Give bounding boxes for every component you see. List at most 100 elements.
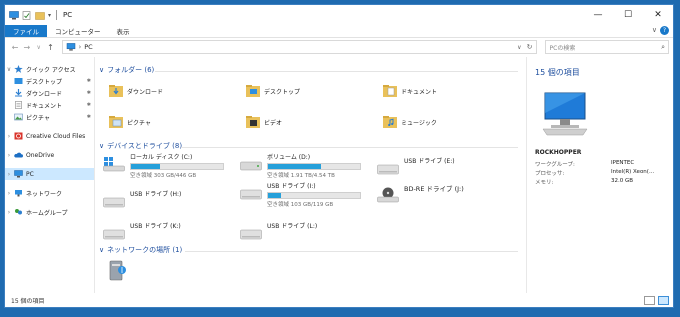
large-icons-view-button[interactable]: [658, 295, 669, 305]
group-header-network-locations[interactable]: ∨ ネットワークの場所 (1): [99, 245, 182, 255]
address-path[interactable]: PC: [84, 43, 92, 51]
drive-name: USB ドライブ (L:): [267, 223, 318, 230]
nav-homegroup[interactable]: › ホームグループ: [5, 206, 94, 218]
drive-j[interactable]: BD-RE ドライブ (J:): [377, 185, 464, 203]
drive-i[interactable]: USB ドライブ (I:) 空き領域 103 GB/119 GB: [240, 183, 361, 208]
nav-pc[interactable]: › PC: [5, 168, 94, 180]
address-dropdown-icon[interactable]: ∨: [517, 44, 521, 51]
group-title: ネットワークの場所 (1): [107, 246, 183, 254]
detail-row-processor: プロセッサ: Intel(R) Xeon(...: [535, 169, 654, 177]
tab-computer[interactable]: コンピューター: [47, 25, 109, 37]
drive-usage-bar: [267, 192, 361, 199]
nav-quick-access[interactable]: ∨ クイック アクセス: [5, 63, 94, 75]
nav-network[interactable]: › ネットワーク: [5, 187, 94, 199]
address-bar[interactable]: › PC ∨ ↻: [62, 40, 537, 54]
folder-documents[interactable]: ドキュメント: [383, 85, 437, 97]
nav-item-downloads[interactable]: ダウンロード ✱: [5, 87, 94, 99]
recent-locations-button[interactable]: ∨: [33, 44, 45, 51]
close-button[interactable]: ✕: [643, 5, 673, 25]
properties-icon[interactable]: [22, 10, 32, 20]
drive-name: USB ドライブ (H:): [130, 191, 182, 198]
folder-label: ビデオ: [264, 119, 283, 127]
folder-label: デスクトップ: [264, 88, 301, 96]
quick-access-toolbar: ▾: [5, 10, 59, 20]
drive-l[interactable]: USB ドライブ (L:): [240, 223, 317, 241]
drive-usage-bar: [130, 163, 224, 170]
computer-name: ROCKHOPPER: [535, 149, 582, 156]
expand-icon[interactable]: ›: [5, 209, 13, 216]
quick-access-menu-icon[interactable]: ▾: [48, 12, 51, 19]
search-box[interactable]: PCの検索 ⌕: [544, 40, 670, 54]
drive-name: BD-RE ドライブ (J:): [404, 185, 464, 193]
folder-pictures[interactable]: ピクチャ: [109, 116, 151, 128]
nav-label: Creative Cloud Files: [26, 132, 86, 140]
expand-icon[interactable]: ›: [5, 190, 13, 197]
drive-h[interactable]: USB ドライブ (H:): [103, 191, 181, 209]
drive-free-space: 空き領域 303 GB/446 GB: [130, 173, 197, 179]
new-folder-icon[interactable]: [35, 11, 45, 20]
help-icon[interactable]: ?: [660, 26, 669, 35]
title-separator: [56, 10, 58, 20]
details-pane: 15 個の項目 ROCKHOPPER ワークグループ: IPENTEC プロセッ…: [526, 57, 673, 293]
drive-name: ボリューム (D:): [267, 154, 311, 161]
drive-e[interactable]: USB ドライブ (E:): [377, 158, 455, 176]
search-input[interactable]: PCの検索: [550, 43, 576, 52]
drive-c[interactable]: ローカル ディスク (C:) 空き領域 303 GB/446 GB: [103, 154, 224, 179]
folder-music[interactable]: ミュージック: [383, 116, 437, 128]
minimize-button[interactable]: —: [583, 5, 613, 25]
nav-creative-cloud[interactable]: › Creative Cloud Files: [5, 130, 94, 142]
drive-k[interactable]: USB ドライブ (K:): [103, 223, 181, 241]
refresh-icon[interactable]: ↻: [527, 43, 533, 51]
drive-name: USB ドライブ (K:): [130, 223, 181, 230]
nav-item-documents[interactable]: ドキュメント ✱: [5, 99, 94, 111]
expand-icon[interactable]: ›: [5, 152, 13, 159]
forward-button[interactable]: →: [21, 43, 33, 52]
nav-onedrive[interactable]: › OneDrive: [5, 149, 94, 161]
drive-usage-fill: [268, 164, 322, 169]
folder-videos[interactable]: ビデオ: [246, 116, 282, 128]
nav-label: ドキュメント: [26, 102, 63, 110]
pin-icon: ✱: [86, 114, 91, 120]
detail-key: プロセッサ:: [535, 171, 565, 177]
ribbon-expand-icon[interactable]: ∨: [652, 26, 657, 34]
document-icon: [15, 101, 22, 109]
explorer-window: ▾ PC — ☐ ✕ ファイル コンピューター 表示 ∨ ? ← → ∨ ↑ ›…: [4, 4, 674, 308]
picture-icon: [14, 113, 23, 121]
folder-desktop[interactable]: デスクトップ: [246, 85, 300, 97]
nav-label: OneDrive: [26, 151, 55, 159]
status-bar: 15 個の項目: [5, 293, 673, 307]
detail-key: ワークグループ:: [535, 162, 575, 168]
drive-name: USB ドライブ (E:): [404, 158, 455, 165]
drive-d[interactable]: ボリューム (D:) 空き領域 1.91 TB/4.54 TB: [240, 154, 361, 179]
group-collapse-icon[interactable]: ∨: [99, 246, 104, 254]
desktop-folder-icon: [246, 85, 260, 97]
bd-drive-icon: [377, 187, 399, 203]
content-pane: ∨ フォルダー (6) ダウンロード デスクトップ ドキュメント ピクチャ ビデ…: [95, 57, 526, 293]
back-button[interactable]: ←: [9, 43, 21, 52]
maximize-button[interactable]: ☐: [613, 5, 643, 25]
tab-file[interactable]: ファイル: [5, 25, 47, 37]
details-title: 15 個の項目: [535, 68, 580, 77]
detail-key: メモリ:: [535, 180, 554, 186]
group-header-folders[interactable]: ∨ フォルダー (6): [99, 65, 154, 75]
usb-drive-icon: [103, 229, 125, 240]
address-row: ← → ∨ ↑ › PC ∨ ↻ PCの検索 ⌕: [5, 38, 673, 56]
pin-icon: ✱: [86, 78, 91, 84]
up-button[interactable]: ↑: [45, 43, 57, 52]
group-collapse-icon[interactable]: ∨: [99, 142, 104, 150]
drive-usage-bar: [267, 163, 361, 170]
collapse-icon[interactable]: ∨: [5, 66, 13, 73]
group-collapse-icon[interactable]: ∨: [99, 66, 104, 74]
expand-icon[interactable]: ›: [5, 171, 13, 178]
network-location-icon[interactable]: [107, 259, 129, 283]
nav-item-pictures[interactable]: ピクチャ ✱: [5, 111, 94, 123]
group-header-devices[interactable]: ∨ デバイスとドライブ (8): [99, 141, 182, 151]
folder-downloads[interactable]: ダウンロード: [109, 85, 163, 97]
details-view-button[interactable]: [644, 295, 655, 305]
nav-item-desktop[interactable]: デスクトップ ✱: [5, 75, 94, 87]
network-icon: [15, 190, 22, 197]
expand-icon[interactable]: ›: [5, 133, 13, 140]
search-icon[interactable]: ⌕: [661, 43, 665, 52]
detail-value: 32.0 GB: [611, 178, 634, 184]
tab-view[interactable]: 表示: [109, 25, 138, 37]
